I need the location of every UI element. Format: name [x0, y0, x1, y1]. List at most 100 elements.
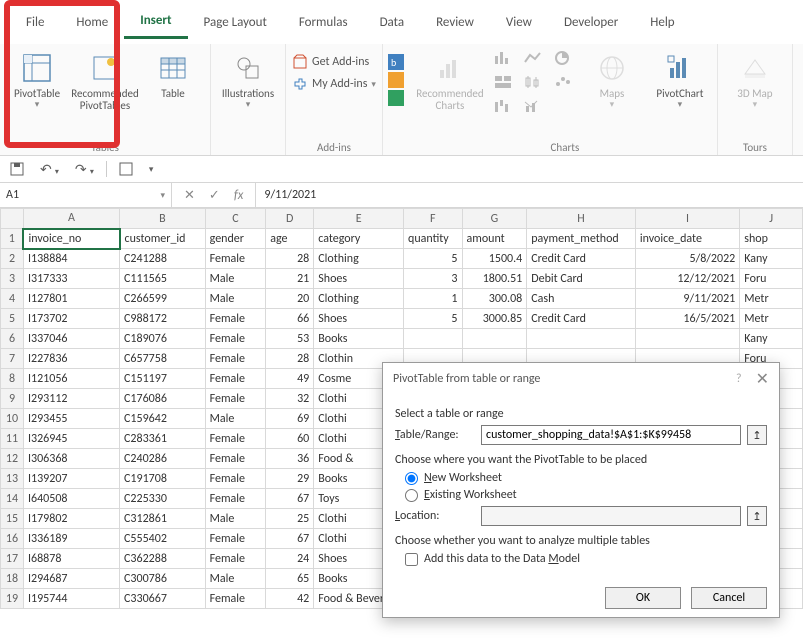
cell[interactable]: 1	[404, 289, 462, 309]
cell[interactable]: I138884	[23, 249, 119, 269]
cell[interactable]: Female	[205, 449, 266, 469]
cell[interactable]: I317333	[23, 269, 119, 289]
row-header[interactable]: 19	[1, 589, 24, 609]
row-header[interactable]: 8	[1, 369, 24, 389]
help-icon[interactable]: ?	[736, 372, 742, 386]
cell[interactable]: Female	[205, 349, 266, 369]
cell[interactable]: Female	[205, 529, 266, 549]
cell[interactable]	[635, 329, 739, 349]
cell[interactable]: 29	[266, 469, 314, 489]
cell[interactable]: 49	[266, 369, 314, 389]
row-header[interactable]: 18	[1, 569, 24, 589]
my-addins-button[interactable]: My Add-ins ▾	[292, 76, 376, 92]
cell[interactable]: Male	[205, 569, 266, 589]
cell[interactable]: I179802	[23, 509, 119, 529]
cell[interactable]: Books	[314, 329, 404, 349]
row-header[interactable]: 13	[1, 469, 24, 489]
row-header[interactable]: 17	[1, 549, 24, 569]
row-header[interactable]: 6	[1, 329, 24, 349]
cell[interactable]: I640508	[23, 489, 119, 509]
cell[interactable]: Kany	[740, 329, 803, 349]
cell[interactable]: 1500.4	[462, 249, 527, 269]
cell[interactable]: 28	[266, 249, 314, 269]
cell[interactable]: Metr	[740, 289, 803, 309]
cell[interactable]	[404, 329, 462, 349]
cell[interactable]: 42	[266, 589, 314, 609]
row-header[interactable]: 2	[1, 249, 24, 269]
recommended-pivottables-button[interactable]: Recommended PivotTables	[74, 48, 136, 112]
row-header[interactable]: 4	[1, 289, 24, 309]
cell[interactable]: payment_method	[527, 229, 636, 249]
cell[interactable]: 3000.85	[462, 309, 527, 329]
column-chart-icon[interactable]	[491, 48, 515, 68]
col-header[interactable]: G	[462, 209, 527, 229]
name-box[interactable]: A1 ▾	[0, 183, 172, 207]
cell[interactable]: 53	[266, 329, 314, 349]
range-picker-button[interactable]: ↥	[747, 425, 767, 445]
cell[interactable]: C300786	[120, 569, 206, 589]
cell[interactable]: Female	[205, 469, 266, 489]
illustrations-button[interactable]: Illustrations ▾	[217, 48, 279, 110]
cell[interactable]: shop	[740, 229, 803, 249]
formula-input[interactable]: 9/11/2021	[256, 183, 803, 207]
new-worksheet-radio[interactable]	[405, 472, 418, 485]
cell[interactable]: Female	[205, 489, 266, 509]
cell[interactable]	[527, 329, 636, 349]
cell[interactable]: 1800.51	[462, 269, 527, 289]
cell[interactable]: C657758	[120, 349, 206, 369]
table-row[interactable]: 3 I317333 C111565 Male 21 Shoes 3 1800.5…	[1, 269, 803, 289]
cell[interactable]: age	[266, 229, 314, 249]
cell[interactable]: 60	[266, 429, 314, 449]
hierarchy-chart-icon[interactable]	[491, 72, 515, 92]
cell[interactable]: amount	[462, 229, 527, 249]
maps-button[interactable]: Maps ▾	[581, 48, 643, 110]
pivotchart-button[interactable]: PivotChart ▾	[649, 48, 711, 110]
cell[interactable]: Clothing	[314, 289, 404, 309]
cell[interactable]: Male	[205, 409, 266, 429]
cell[interactable]: C266599	[120, 289, 206, 309]
cell[interactable]: 32	[266, 389, 314, 409]
tab-data[interactable]: Data	[364, 7, 421, 38]
cell[interactable]: 67	[266, 489, 314, 509]
cell[interactable]: Shoes	[314, 309, 404, 329]
scatter-chart-icon[interactable]	[551, 72, 575, 92]
cell[interactable]: 67	[266, 529, 314, 549]
location-picker-button[interactable]: ↥	[747, 506, 767, 526]
cell[interactable]: Male	[205, 509, 266, 529]
cell[interactable]: C555402	[120, 529, 206, 549]
cell[interactable]: 25	[266, 509, 314, 529]
data-model-checkbox[interactable]	[405, 553, 418, 566]
line-chart-icon[interactable]	[521, 48, 545, 68]
cell[interactable]: 21	[266, 269, 314, 289]
statistic-chart-icon[interactable]	[521, 72, 545, 92]
cell[interactable]: C330667	[120, 589, 206, 609]
tab-help[interactable]: Help	[634, 7, 690, 38]
fx-icon[interactable]: fx	[234, 188, 244, 203]
cell[interactable]: C988172	[120, 309, 206, 329]
cell[interactable]: customer_id	[120, 229, 206, 249]
cell[interactable]: 9/11/2021	[635, 289, 739, 309]
cell[interactable]: invoice_no	[23, 229, 119, 249]
cell[interactable]: 24	[266, 549, 314, 569]
table-row[interactable]: 2 I138884 C241288 Female 28 Clothing 5 1…	[1, 249, 803, 269]
cell[interactable]: 36	[266, 449, 314, 469]
row-header[interactable]: 11	[1, 429, 24, 449]
qat-dropdown[interactable]: ▾	[145, 162, 158, 177]
existing-worksheet-radio[interactable]	[405, 489, 418, 502]
row-header[interactable]: 3	[1, 269, 24, 289]
cell[interactable]: C225330	[120, 489, 206, 509]
tab-file[interactable]: File	[10, 7, 60, 38]
cell[interactable]: gender	[205, 229, 266, 249]
cell[interactable]: C241288	[120, 249, 206, 269]
cell[interactable]: Shoes	[314, 269, 404, 289]
table-row[interactable]: 5 I173702 C988172 Female 66 Shoes 5 3000…	[1, 309, 803, 329]
cell[interactable]: C312861	[120, 509, 206, 529]
cell[interactable]: I227836	[23, 349, 119, 369]
table-range-input[interactable]	[481, 425, 741, 445]
waterfall-chart-icon[interactable]	[491, 96, 515, 116]
cell[interactable]: Female	[205, 309, 266, 329]
tab-home[interactable]: Home	[60, 7, 124, 38]
tab-review[interactable]: Review	[420, 7, 490, 38]
cell[interactable]: Foru	[740, 269, 803, 289]
cell[interactable]: C151197	[120, 369, 206, 389]
